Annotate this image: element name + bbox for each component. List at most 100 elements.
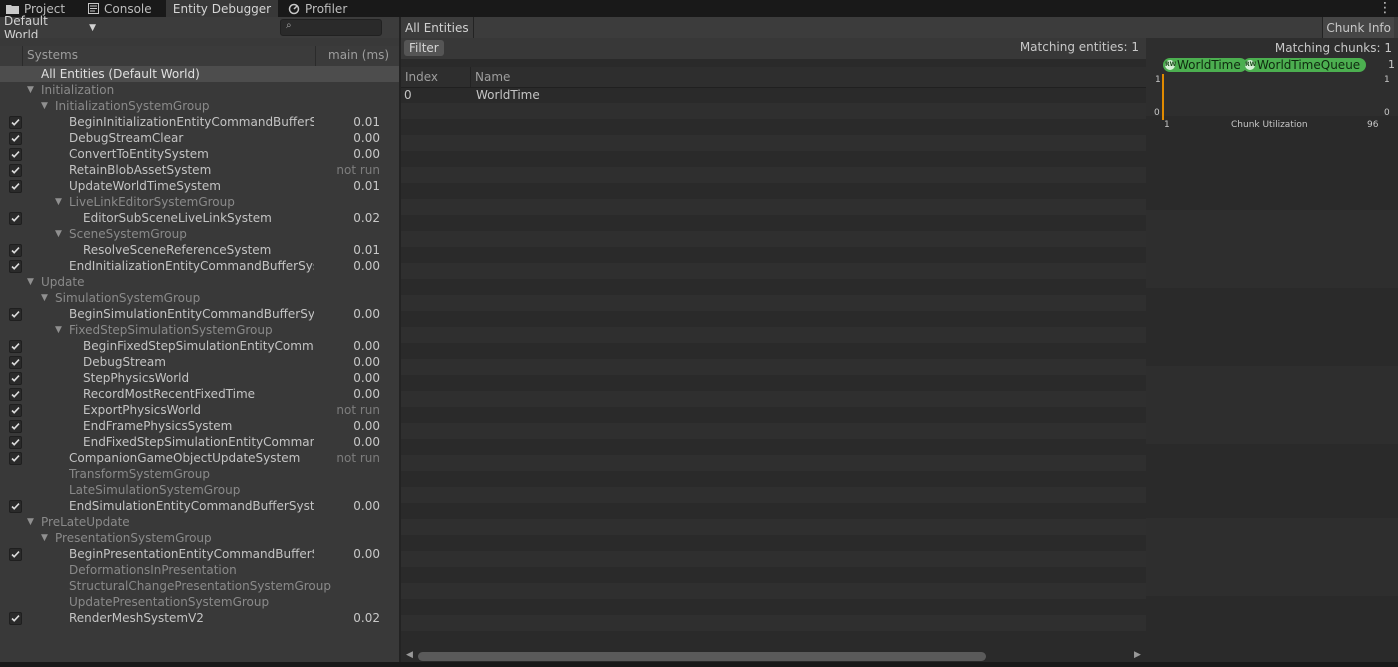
system-row[interactable]: EndInitializationEntityCommandBufferSyst… — [0, 258, 399, 274]
empty-row — [401, 247, 1146, 263]
enabled-checkbox[interactable] — [9, 308, 22, 321]
enabled-checkbox[interactable] — [9, 260, 22, 273]
empty-row — [401, 279, 1146, 295]
chart-right-bottom: 0 — [1384, 108, 1390, 118]
empty-row — [401, 503, 1146, 519]
column-divider — [22, 46, 23, 66]
empty-row — [401, 455, 1146, 471]
enabled-checkbox[interactable] — [9, 612, 22, 625]
system-row[interactable]: EditorSubSceneLiveLinkSystem 0.02 — [0, 210, 399, 226]
profiler-icon — [288, 3, 300, 14]
empty-row — [401, 391, 1146, 407]
system-row[interactable]: BeginFixedStepSimulationEntityCommandBuf… — [0, 338, 399, 354]
component-worldtimequeue[interactable]: RW WorldTimeQueue — [1243, 58, 1367, 72]
system-row[interactable]: CompanionGameObjectUpdateSystem not run — [0, 450, 399, 466]
search-input[interactable]: ⌕ — [280, 19, 382, 36]
component-worldtime[interactable]: RW WorldTime — [1163, 58, 1247, 72]
empty-row — [401, 487, 1146, 503]
system-group-row[interactable]: ▼ PreLateUpdate — [0, 514, 399, 530]
tab-profiler[interactable]: Profiler — [288, 0, 358, 17]
system-row[interactable]: EndFramePhysicsSystem 0.00 — [0, 418, 399, 434]
expand-triangle-icon[interactable]: ▼ — [55, 226, 62, 242]
system-group-row[interactable]: ▼ InitializationSystemGroup — [0, 98, 399, 114]
system-group-row[interactable]: TransformSystemGroup — [0, 466, 399, 482]
expand-triangle-icon[interactable]: ▼ — [27, 514, 34, 530]
filter-button[interactable]: Filter — [404, 40, 444, 56]
system-row[interactable]: EndFixedStepSimulationEntityCommandBuffe… — [0, 434, 399, 450]
system-row[interactable]: UpdateWorldTimeSystem 0.01 — [0, 178, 399, 194]
system-group-row[interactable]: ▼ LiveLinkEditorSystemGroup — [0, 194, 399, 210]
system-group-row[interactable]: ▼ FixedStepSimulationSystemGroup — [0, 322, 399, 338]
system-row[interactable]: StepPhysicsWorld 0.00 — [0, 370, 399, 386]
enabled-checkbox[interactable] — [9, 452, 22, 465]
system-group-row[interactable]: ▼ PresentationSystemGroup — [0, 530, 399, 546]
all-entities-button[interactable]: All Entities — [401, 17, 474, 38]
entity-row[interactable]: 0 WorldTime — [401, 87, 1146, 103]
chunk-info-button[interactable]: Chunk Info — [1322, 17, 1394, 38]
name-column-header[interactable]: Name — [475, 70, 510, 84]
enabled-checkbox[interactable] — [9, 148, 22, 161]
enabled-checkbox[interactable] — [9, 500, 22, 513]
system-row[interactable]: ConvertToEntitySystem 0.00 — [0, 146, 399, 162]
system-row[interactable]: ResolveSceneReferenceSystem 0.01 — [0, 242, 399, 258]
time-column-header[interactable]: main (ms) — [328, 48, 389, 62]
expand-triangle-icon[interactable]: ▼ — [55, 322, 62, 338]
enabled-checkbox[interactable] — [9, 356, 22, 369]
system-name: RecordMostRecentFixedTime — [83, 387, 256, 401]
tab-bar: Project Console Entity Debugger Profiler… — [0, 0, 1398, 17]
enabled-checkbox[interactable] — [9, 372, 22, 385]
expand-triangle-icon[interactable]: ▼ — [27, 82, 34, 98]
system-row[interactable]: RenderMeshSystemV2 0.02 — [0, 610, 399, 626]
enabled-checkbox[interactable] — [9, 212, 22, 225]
system-group-row[interactable]: ▼ Initialization — [0, 82, 399, 98]
enabled-checkbox[interactable] — [9, 116, 22, 129]
system-group-row[interactable]: UpdatePresentationSystemGroup — [0, 594, 399, 610]
enabled-checkbox[interactable] — [9, 180, 22, 193]
enabled-checkbox[interactable] — [9, 164, 22, 177]
enabled-checkbox[interactable] — [9, 244, 22, 257]
system-row[interactable]: RetainBlobAssetSystem not run — [0, 162, 399, 178]
all-entities-row[interactable]: All Entities (Default World) — [0, 66, 399, 82]
system-row[interactable]: BeginSimulationEntityCommandBufferSystem… — [0, 306, 399, 322]
scroll-left-icon[interactable]: ◀ — [406, 650, 413, 660]
enabled-checkbox[interactable] — [9, 388, 22, 401]
system-group-row[interactable]: ▼ SceneSystemGroup — [0, 226, 399, 242]
system-name: BeginPresentationEntityCommandBufferSyst… — [69, 547, 314, 561]
enabled-checkbox[interactable] — [9, 404, 22, 417]
expand-triangle-icon[interactable]: ▼ — [55, 194, 62, 210]
world-dropdown[interactable]: Default World ▼ — [0, 14, 96, 42]
system-row[interactable]: BeginPresentationEntityCommandBufferSyst… — [0, 546, 399, 562]
system-row[interactable]: ExportPhysicsWorld not run — [0, 402, 399, 418]
tab-entity-debugger[interactable]: Entity Debugger — [166, 0, 278, 17]
system-row[interactable]: BeginInitializationEntityCommandBufferSy… — [0, 114, 399, 130]
enabled-checkbox[interactable] — [9, 340, 22, 353]
system-name: PresentationSystemGroup — [55, 531, 212, 545]
more-options-icon[interactable]: ⋮ — [1378, 0, 1392, 16]
system-group-row[interactable]: StructuralChangePresentationSystemGroup — [0, 578, 399, 594]
enabled-checkbox[interactable] — [9, 132, 22, 145]
system-row[interactable]: RecordMostRecentFixedTime 0.00 — [0, 386, 399, 402]
enabled-checkbox[interactable] — [9, 420, 22, 433]
system-row[interactable]: DebugStreamClear 0.00 — [0, 130, 399, 146]
enabled-checkbox[interactable] — [9, 436, 22, 449]
scroll-right-icon[interactable]: ▶ — [1134, 650, 1141, 660]
systems-column-header[interactable]: Systems — [27, 48, 78, 62]
system-group-row[interactable]: LateSimulationSystemGroup — [0, 482, 399, 498]
expand-triangle-icon[interactable]: ▼ — [41, 98, 48, 114]
system-row[interactable]: DebugStream 0.00 — [0, 354, 399, 370]
tab-console[interactable]: Console — [88, 0, 166, 17]
scrollbar-thumb[interactable] — [418, 652, 986, 661]
system-group-row[interactable]: ▼ SimulationSystemGroup — [0, 290, 399, 306]
system-row[interactable]: EndSimulationEntityCommandBufferSystem 0.… — [0, 498, 399, 514]
system-name: StructuralChangePresentationSystemGroup — [69, 579, 331, 593]
expand-triangle-icon[interactable]: ▼ — [27, 274, 34, 290]
enabled-checkbox[interactable] — [9, 548, 22, 561]
system-group-row[interactable]: ▼ Update — [0, 274, 399, 290]
expand-triangle-icon[interactable]: ▼ — [41, 290, 48, 306]
system-time: 0.00 — [353, 259, 380, 273]
empty-row — [401, 103, 1146, 119]
empty-row — [401, 423, 1146, 439]
system-group-row[interactable]: DeformationsInPresentation — [0, 562, 399, 578]
index-column-header[interactable]: Index — [405, 70, 438, 84]
expand-triangle-icon[interactable]: ▼ — [41, 530, 48, 546]
